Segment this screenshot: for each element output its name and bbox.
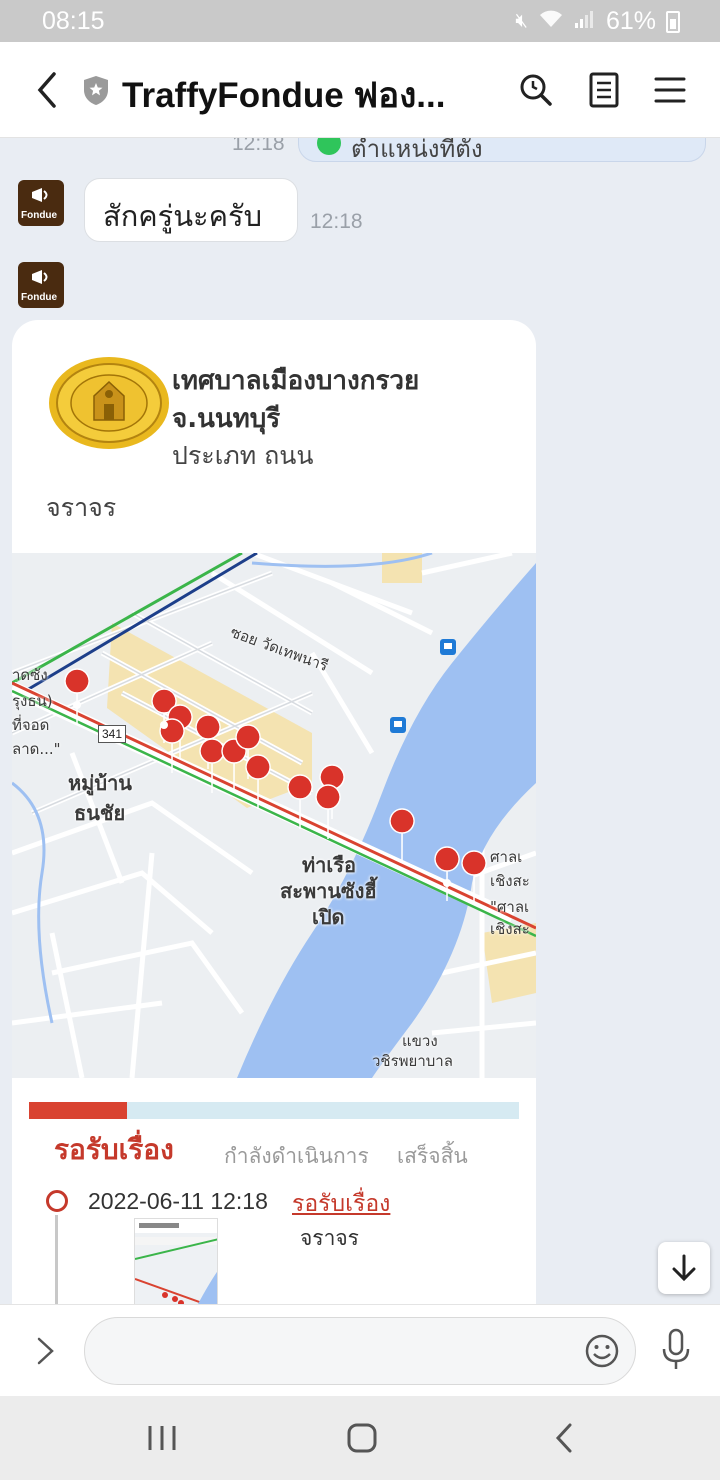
status-time: 08:15	[42, 7, 105, 35]
megaphone-icon	[32, 270, 48, 284]
status-bar: 08:15 🔇︎ 61%	[0, 0, 720, 42]
status-progress-bar	[29, 1102, 519, 1119]
timeline-status-link[interactable]: รอรับเรื่อง	[292, 1186, 390, 1222]
map-label: ธนชัย	[74, 801, 126, 825]
chat-title: TraffyFondue ฟอง...	[122, 76, 446, 115]
home-button[interactable]	[342, 1420, 382, 1456]
scroll-to-bottom-button[interactable]	[658, 1242, 710, 1294]
mute-icon: 🔇︎	[515, 10, 528, 32]
location-message-bubble[interactable]: ตำแหน่งที่ตั้ง	[298, 138, 706, 163]
map-label: ศาลเ	[490, 848, 523, 866]
map-label: "ศาลเ	[490, 898, 530, 916]
hamburger-menu-icon	[654, 77, 686, 103]
timeline-line	[55, 1215, 58, 1304]
message-input-bar	[0, 1304, 720, 1396]
chat-header: TraffyFondue ฟอง...	[0, 42, 720, 138]
tab-in-progress[interactable]: กำลังดำเนินการ	[224, 1140, 369, 1173]
back-arrow-icon	[555, 1423, 572, 1453]
voice-button[interactable]	[660, 1327, 692, 1373]
home-icon	[347, 1423, 377, 1453]
signal-icon	[574, 9, 596, 35]
message-bubble[interactable]: สักครู่นะครับ	[84, 178, 298, 242]
microphone-icon	[662, 1328, 690, 1369]
map-label: ที่จอด	[12, 716, 50, 734]
search-button[interactable]	[516, 70, 556, 110]
organization-province: จ.นนทบุรี	[172, 404, 281, 434]
battery-percent: 61%	[605, 7, 656, 35]
message-text: สักครู่นะครับ	[103, 199, 263, 233]
municipality-seal	[48, 356, 170, 450]
message-time: 12:18	[232, 138, 285, 155]
arrow-down-icon	[672, 1254, 696, 1282]
menu-button[interactable]	[650, 70, 690, 110]
report-subcategory: จราจร	[46, 493, 117, 522]
map-label: ลาด..."	[12, 740, 61, 758]
location-message-text: ตำแหน่งที่ตั้ง	[351, 138, 483, 163]
notes-button[interactable]	[584, 70, 624, 110]
road-number-label: 341	[98, 725, 126, 743]
battery-icon	[666, 10, 680, 33]
map-label: รุงธน)	[12, 692, 53, 710]
report-category: ประเภท ถนน	[172, 441, 314, 470]
report-photo-thumbnail[interactable]	[134, 1218, 218, 1304]
shield-icon	[82, 74, 110, 106]
recent-apps-button[interactable]	[142, 1420, 182, 1456]
chat-messages[interactable]: 12:18 ตำแหน่งที่ตั้ง Fondue สักครู่นะครั…	[0, 138, 720, 1304]
wifi-icon	[538, 9, 564, 35]
location-map[interactable]: 341 ซอย วัดเทพนารี หมู่บ้าน ธนชัย ท่าเรื…	[12, 553, 536, 1078]
bot-avatar[interactable]: Fondue	[18, 262, 64, 308]
status-icons: 🔇︎ 61%	[515, 7, 680, 36]
expand-menu-button[interactable]	[30, 1333, 60, 1369]
megaphone-icon	[32, 188, 48, 202]
search-icon	[520, 74, 552, 106]
bot-avatar[interactable]: Fondue	[18, 180, 64, 226]
timeline-dot	[46, 1190, 68, 1212]
emoji-button[interactable]	[584, 1333, 620, 1369]
organization-name: เทศบาลเมืองบางกรวย	[172, 366, 420, 396]
chevron-right-icon	[37, 1337, 54, 1365]
chevron-left-icon	[37, 72, 56, 108]
message-time: 12:18	[310, 210, 363, 233]
report-card[interactable]: เทศบาลเมืองบางกรวย จ.นนทบุรี ประเภท ถนน …	[12, 320, 536, 1304]
map-label: วชิรพยาบาล	[372, 1052, 453, 1070]
back-button[interactable]	[30, 68, 66, 112]
document-icon	[589, 72, 619, 108]
map-label: หมู่บ้าน	[68, 771, 132, 795]
tab-pending[interactable]: รอรับเรื่อง	[54, 1128, 174, 1172]
message-input[interactable]	[84, 1317, 636, 1385]
recent-apps-icon	[148, 1426, 176, 1450]
smiley-icon	[585, 1334, 619, 1368]
timeline-subcategory: จราจร	[300, 1226, 359, 1250]
map-label: เชิงสะ	[490, 920, 530, 938]
map-label: เปิด	[312, 905, 345, 929]
timeline-date: 2022-06-11 12:18	[88, 1188, 268, 1214]
progress-fill	[29, 1102, 127, 1119]
system-navigation-bar	[0, 1396, 720, 1480]
system-back-button[interactable]	[544, 1420, 584, 1456]
check-icon	[317, 138, 341, 155]
tab-done[interactable]: เสร็จสิ้น	[397, 1140, 468, 1173]
map-label: เชิงสะ	[490, 872, 530, 890]
map-label: าดซัง	[12, 666, 48, 684]
